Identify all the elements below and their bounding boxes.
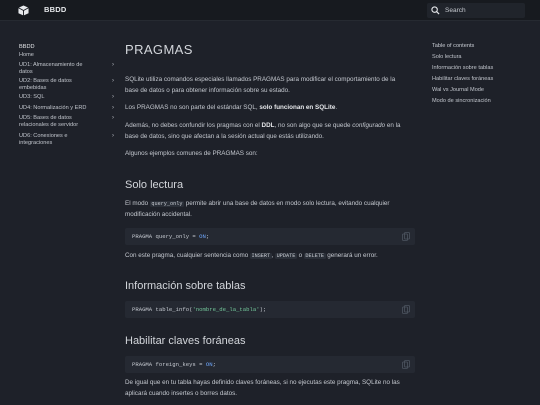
sidebar-item-ud5[interactable]: UD5: Bases de datos relacionales de serv… [19,115,114,133]
heading-claves-foraneas: Habilitar claves foráneas [125,335,246,347]
chevron-right-icon[interactable]: › [112,133,114,140]
code-text: PRAGMA foreign_keys = [132,361,206,368]
text: El modo [125,200,150,207]
code-block-foreign-keys: PRAGMA foreign_keys = ON; [125,356,415,373]
sidebar-item-label: UD2: Bases de datos embebidas [19,78,72,91]
inline-code: DELETE [303,253,326,259]
text: Los PRAGMAS no son parte del estándar SQ… [125,104,260,111]
paragraph-foreign-keys: De igual que en tu tabla hayas definido … [125,379,400,397]
chevron-right-icon[interactable]: › [112,78,114,85]
code-string: 'nombre_de_la_tabla' [192,306,260,313]
text: Además, no debes confundir los pragmas c… [125,122,262,129]
paragraph-examples: Algunos ejemplos comunes de PRAGMAS son: [125,150,258,157]
code-keyword: ON [205,361,213,368]
heading-solo-lectura: Solo lectura [125,179,184,191]
top-header: BBDD [0,0,540,21]
inline-code: UPDATE [275,253,297,259]
code-text: ); [259,306,267,313]
code-block-query-only: PRAGMA query_only = ON; [125,228,415,245]
text-italic: configurado [352,122,386,129]
toc-item-claves-foraneas[interactable]: Habilitar claves foráneas [432,75,532,86]
chevron-right-icon[interactable]: › [112,94,114,101]
sidebar-item-ud4[interactable]: UD4: Normalización y ERD › [19,105,114,115]
text: . [335,104,338,111]
paragraph-intro: SQLite utiliza comandos especiales llama… [125,76,396,94]
inline-code: query_only [149,201,184,207]
sidebar-item-label: UD4: Normalización y ERD [19,105,87,111]
logo-icon[interactable] [18,5,29,16]
sidebar-item-ud1[interactable]: UD1: Almacenamiento de datos › [19,62,114,78]
toc-title: Table of contents [432,43,475,49]
sidebar-heading: BBDD [19,44,35,50]
paragraph-ddl: Además, no debes confundir los pragmas c… [125,121,413,142]
sidebar-item-label: UD3: SQL [19,94,45,100]
sidebar-item-label: Home [19,52,34,58]
text: generará un error. [325,252,378,259]
toc-item-solo-lectura[interactable]: Solo lectura [432,53,532,64]
toc-item-informacion-tablas[interactable]: Información sobre tablas [432,64,532,75]
text-bold: DDL [261,122,275,129]
page-title: PRAGMAS [125,42,193,57]
sidebar-item-ud2[interactable]: UD2: Bases de datos embebidas › [19,78,114,94]
text-bold: solo funcionan en SQLite [259,104,336,111]
code-text: PRAGMA query_only = [132,233,200,240]
code-text: ; [205,233,210,240]
copy-icon[interactable] [402,360,410,369]
text: Con este pragma, cualquier sentencia com… [125,252,250,259]
inline-code: INSERT [249,253,272,259]
table-of-contents: Table of contents Solo lectura Informaci… [432,42,532,108]
toc-item-wal-journal[interactable]: Wal vs Journal Mode [432,86,532,97]
code-text: PRAGMA table_info( [132,306,193,313]
code-keyword: ON [199,233,206,240]
copy-icon[interactable] [402,232,410,241]
sidebar-item-label: UD6: Conexiones e integraciones [19,133,68,146]
site-title[interactable]: BBDD [44,5,66,14]
code-text: ; [212,361,216,368]
search-box[interactable] [427,3,525,18]
code-block-table-info: PRAGMA table_info('nombre_de_la_tabla'); [125,301,415,318]
sidebar-item-home[interactable]: Home [19,52,114,62]
paragraph-query-only: El modo query_only permite abrir una bas… [125,199,410,220]
search-input[interactable] [445,3,521,18]
search-icon [431,6,440,15]
chevron-right-icon[interactable]: › [112,62,114,69]
sidebar-item-ud3[interactable]: UD3: SQL › [19,94,114,105]
paragraph-standard: Los PRAGMAS no son parte del estándar SQ… [125,103,415,114]
heading-informacion-tablas: Información sobre tablas [125,280,246,292]
toc-item-sincronizacion[interactable]: Modo de sincronización [432,97,532,108]
copy-icon[interactable] [402,305,410,314]
text: , no son algo que se quede [274,122,353,129]
text: o [296,252,304,259]
sidebar-item-label: UD5: Bases de datos relacionales de serv… [19,115,79,128]
chevron-right-icon[interactable]: › [112,105,114,112]
sidebar-nav: BBDD Home UD1: Almacenamiento de datos ›… [19,42,114,149]
chevron-right-icon[interactable]: › [112,115,114,122]
sidebar-item-ud6[interactable]: UD6: Conexiones e integraciones › [19,133,114,149]
sidebar-item-label: UD1: Almacenamiento de datos [19,62,83,75]
paragraph-error: Con este pragma, cualquier sentencia com… [125,251,415,262]
